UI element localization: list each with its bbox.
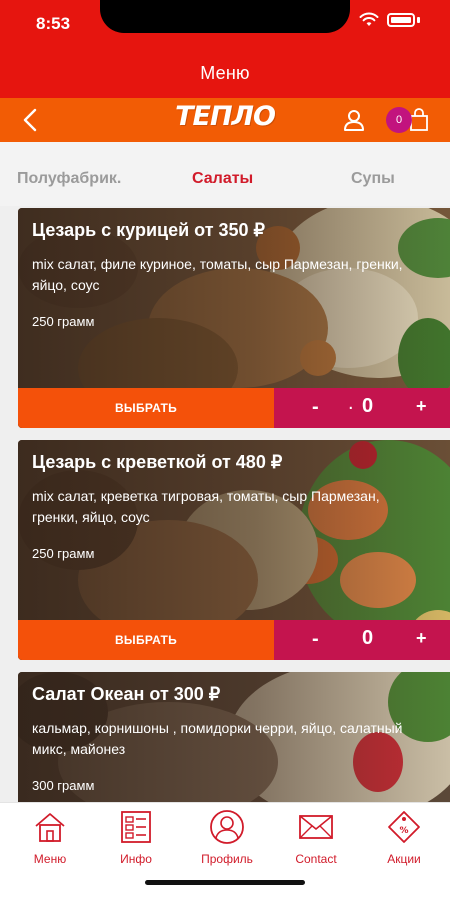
quantity-stepper: - . 0 + (274, 388, 450, 428)
wifi-icon (359, 12, 379, 26)
nav-info[interactable]: Инфо (101, 809, 171, 866)
tab-soups[interactable]: Супы (351, 170, 395, 188)
nav-label: Профиль (201, 852, 253, 866)
tab-polufabrikaty[interactable]: Полуфабрик. (17, 170, 121, 188)
nav-promotions[interactable]: % Акции (369, 809, 439, 866)
increment-button[interactable]: + (416, 396, 427, 417)
cart-button[interactable]: 0 (386, 106, 434, 134)
cart-count-badge: 0 (386, 107, 412, 133)
svg-text:%: % (399, 826, 408, 836)
promo-tag-icon: % (388, 811, 420, 843)
product-title: Салат Океан от 300 ₽ (32, 684, 221, 704)
nav-label: Contact (295, 852, 337, 866)
stepper-dot: . (348, 392, 354, 414)
choose-button[interactable]: ВЫБРАТЬ (18, 388, 274, 428)
brand-logo[interactable]: ТЕПЛО (175, 101, 276, 132)
app-screen: 8:53 Меню ТЕПЛО 0 Полуфабрик. Салаты Суп… (0, 0, 450, 900)
decrement-button[interactable]: - (312, 396, 319, 419)
page-title: Меню (200, 63, 250, 83)
product-title: Цезарь с креветкой от 480 ₽ (32, 452, 283, 472)
status-time: 8:53 (36, 14, 71, 33)
product-weight: 250 грамм (32, 546, 95, 561)
nav-profile[interactable]: Профиль (192, 809, 262, 866)
product-description: mix салат, креветка тигровая, томаты, сы… (32, 488, 380, 525)
product-card[interactable]: Цезарь с курицей от 350 ₽ mix салат, фил… (18, 208, 450, 428)
product-card[interactable]: Салат Океан от 300 ₽ кальмар, корнишоны … (18, 672, 450, 812)
nav-label: Акции (387, 852, 421, 866)
product-description: кальмар, корнишоны , помидорки черри, яй… (32, 720, 403, 757)
envelope-icon (299, 815, 333, 839)
status-icons (359, 12, 420, 28)
product-weight: 250 грамм (32, 314, 95, 329)
info-list-icon (121, 811, 151, 843)
quantity-value: 0 (362, 627, 374, 649)
nav-contact[interactable]: Contact (281, 809, 351, 866)
card-actions: ВЫБРАТЬ - 0 + (18, 620, 450, 660)
card-actions: ВЫБРАТЬ - . 0 + (18, 388, 450, 428)
product-weight: 300 грамм (32, 778, 95, 793)
product-description: mix салат, филе куриное, томаты, сыр Пар… (32, 256, 403, 293)
category-tabs: Полуфабрик. Салаты Супы (0, 142, 450, 206)
home-icon (35, 813, 65, 842)
choose-button[interactable]: ВЫБРАТЬ (18, 620, 274, 660)
quantity-value: 0 (362, 395, 374, 417)
back-chevron-icon[interactable] (18, 107, 44, 133)
device-notch (100, 0, 350, 33)
nav-label: Инфо (120, 852, 152, 866)
header: 8:53 Меню (0, 0, 450, 98)
nav-menu[interactable]: Меню (15, 809, 85, 866)
product-card[interactable]: Цезарь с креветкой от 480 ₽ mix салат, к… (18, 440, 450, 660)
profile-icon (210, 810, 244, 844)
quantity-stepper: - 0 + (274, 620, 450, 660)
battery-cap (417, 17, 420, 23)
decrement-button[interactable]: - (312, 628, 319, 651)
app-bar: ТЕПЛО 0 (0, 98, 450, 142)
product-title: Цезарь с курицей от 350 ₽ (32, 220, 266, 240)
nav-label: Меню (33, 852, 67, 866)
home-indicator (145, 880, 305, 885)
user-icon[interactable] (342, 108, 366, 132)
increment-button[interactable]: + (416, 628, 427, 649)
tab-salads[interactable]: Салаты (192, 170, 253, 188)
battery-icon (387, 13, 415, 27)
bottom-navigation: Меню Инфо Профиль Contact % Акции (0, 802, 450, 900)
